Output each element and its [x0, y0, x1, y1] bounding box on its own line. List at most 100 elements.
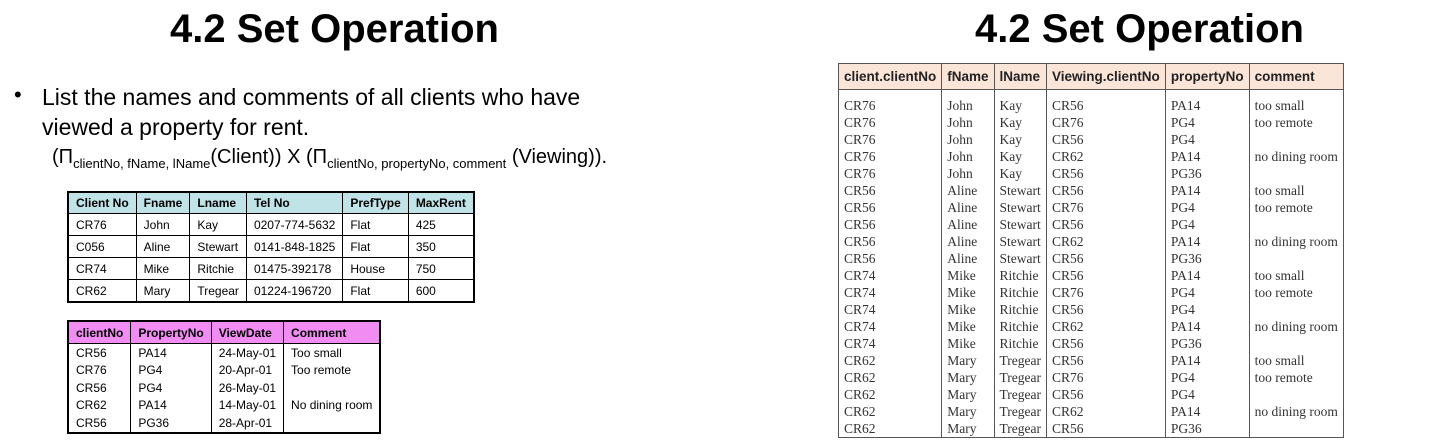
table-cell	[283, 414, 381, 433]
table-cell: PA14	[1164, 352, 1250, 369]
table-cell: John	[941, 131, 995, 148]
column-header: ViewDate	[210, 320, 285, 344]
table-row: CR62 PA14 14-May-01 No dining room	[67, 396, 381, 414]
table-cell: Ritchie	[993, 318, 1047, 335]
table-cell: 14-May-01	[210, 396, 285, 414]
table-cell: too remote	[1248, 199, 1344, 216]
table-cell: CR56	[1046, 165, 1166, 182]
table-cell: PA14	[130, 343, 212, 362]
table-cell: CR56	[67, 343, 132, 362]
table-cell: CR62	[1046, 148, 1166, 165]
formula-projection-2-attributes: clientNo, propertyNo, comment	[327, 156, 507, 171]
column-header: lName	[993, 63, 1047, 90]
table-cell: too remote	[1248, 284, 1344, 301]
table-cell	[1248, 386, 1344, 403]
table-cell: PA14	[1164, 182, 1250, 199]
table-row: CR56 Aline Stewart CR56 PG36	[837, 250, 1344, 267]
table-cell: CR76	[1046, 369, 1166, 386]
table-cell: CR62	[67, 396, 132, 414]
table-cell: PA14	[1164, 89, 1250, 114]
table-cell: Mike	[941, 318, 995, 335]
table-header-row: client.clientNo fName lName Viewing.clientN…	[837, 63, 1344, 90]
formula-relation-2: (Viewing)).	[506, 146, 608, 168]
table-cell: 425	[407, 213, 475, 236]
table-cell: CR62	[1046, 233, 1166, 250]
table-cell: CR56	[1046, 301, 1166, 318]
table-row: CR62 Mary Tregear 01224-196720 Flat 600	[67, 279, 475, 303]
table-cell: PA14	[130, 396, 212, 414]
table-cell: 28-Apr-01	[210, 414, 285, 433]
table-cell: PG4	[130, 379, 212, 397]
table-row: CR62 Mary Tregear CR56 PA14 too small	[837, 352, 1344, 369]
cartesian-product-result-table: client.clientNo fName lName Viewing.clientN…	[837, 63, 1344, 438]
slide-left: 4.2 Set Operation • List the names and c…	[0, 0, 700, 446]
table-cell: CR62	[837, 352, 942, 369]
column-header: clientNo	[67, 320, 132, 344]
table-cell: Ritchie	[189, 257, 247, 280]
table-cell: Ritchie	[993, 267, 1047, 284]
table-cell: CR56	[1046, 420, 1166, 438]
table-row: CR74 Mike Ritchie 01475-392178 House 750	[67, 257, 475, 280]
table-row: CR62 Mary Tregear CR62 PA14 no dining room	[837, 403, 1344, 420]
table-cell: 350	[407, 235, 475, 258]
table-cell: CR56	[1046, 131, 1166, 148]
table-cell: Aline	[941, 233, 995, 250]
table-cell: John	[941, 114, 995, 131]
table-cell: Aline	[135, 235, 191, 258]
table-cell: Too remote	[283, 361, 381, 379]
formula-cartesian-product: X	[281, 146, 306, 168]
table-cell: PG36	[1164, 335, 1250, 352]
column-header: Client No	[67, 191, 137, 214]
table-cell: CR76	[67, 361, 132, 379]
table-cell	[1248, 216, 1344, 233]
table-cell: Mike	[135, 257, 191, 280]
table-cell: CR74	[67, 257, 137, 280]
table-row: CR76 John Kay CR76 PG4 too remote	[837, 114, 1344, 131]
table-row: CR76 John Kay 0207-774-5632 Flat 425	[67, 213, 475, 236]
table-cell: No dining room	[283, 396, 381, 414]
table-cell: CR76	[1046, 114, 1166, 131]
table-cell: C056	[67, 235, 137, 258]
table-cell: House	[342, 257, 409, 280]
column-header: comment	[1248, 63, 1344, 90]
table-cell: PG36	[1164, 420, 1250, 438]
table-header-row: clientNo PropertyNo ViewDate Comment	[67, 320, 381, 344]
table-cell: PG4	[1164, 114, 1250, 131]
table-cell: CR62	[1046, 318, 1166, 335]
table-cell: Stewart	[993, 216, 1047, 233]
table-row: CR56 Aline Stewart CR62 PA14 no dining room	[837, 233, 1344, 250]
table-cell: CR56	[1046, 352, 1166, 369]
table-cell: Tregear	[993, 369, 1047, 386]
table-cell: PG4	[1164, 216, 1250, 233]
formula-projection-1-attributes: clientNo, fName, lName	[73, 156, 211, 171]
table-cell: too small	[1248, 89, 1344, 114]
table-cell: John	[135, 213, 191, 236]
table-cell: Mary	[941, 386, 995, 403]
table-cell: no dining room	[1248, 403, 1344, 420]
table-cell: Aline	[941, 199, 995, 216]
table-row: CR74 Mike Ritchie CR76 PG4 too remote	[837, 284, 1344, 301]
table-cell: Stewart	[993, 182, 1047, 199]
table-cell: Ritchie	[993, 301, 1047, 318]
column-header: client.clientNo	[837, 63, 942, 90]
table-cell: too small	[1248, 182, 1344, 199]
table-cell: CR74	[837, 318, 942, 335]
table-cell: PA14	[1164, 148, 1250, 165]
table-cell: John	[941, 89, 995, 114]
table-cell	[1248, 420, 1344, 438]
table-cell: Mary	[941, 403, 995, 420]
table-cell: CR62	[837, 420, 942, 438]
formula-projection-1: (Π	[52, 146, 74, 168]
table-cell: CR56	[837, 216, 942, 233]
column-header: PropertyNo	[130, 320, 212, 344]
table-cell: Kay	[993, 148, 1047, 165]
table-cell: CR56	[1046, 182, 1166, 199]
table-row: CR74 Mike Ritchie CR62 PA14 no dining room	[837, 318, 1344, 335]
table-cell: 0207-774-5632	[245, 213, 344, 236]
table-cell: Mary	[941, 420, 995, 438]
table-cell	[1248, 250, 1344, 267]
table-cell: Aline	[941, 182, 995, 199]
column-header: Comment	[283, 320, 381, 344]
table-cell: CR76	[1046, 284, 1166, 301]
slide-title: 4.2 Set Operation	[975, 7, 1304, 51]
